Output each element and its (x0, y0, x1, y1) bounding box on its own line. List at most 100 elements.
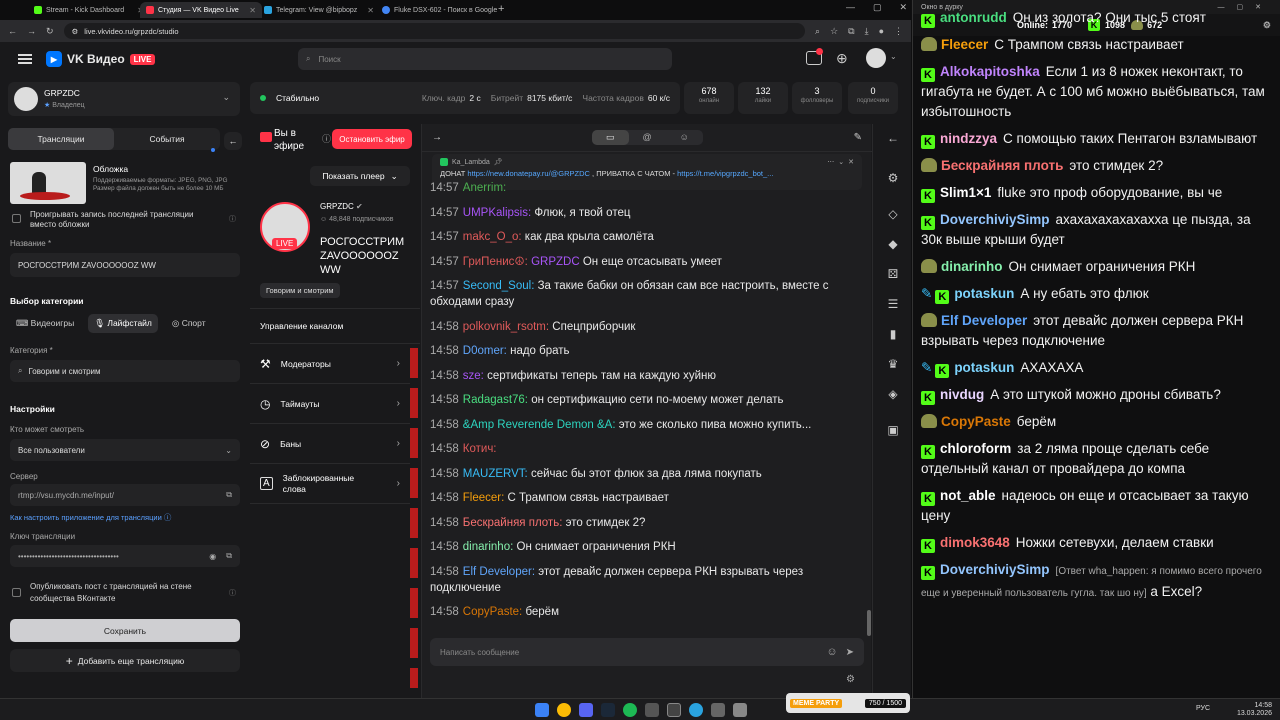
kick-message-user[interactable]: Slim1×1 (940, 185, 991, 200)
kick-message-user[interactable]: nivdug (940, 387, 984, 402)
kick-message-user[interactable]: not_able (940, 488, 996, 503)
language-indicator[interactable]: РУС (1196, 705, 1210, 712)
expand-icon[interactable]: → (432, 132, 442, 143)
kick-message-user[interactable]: nindzzya (940, 131, 997, 146)
send-icon[interactable]: ➤ (846, 647, 854, 658)
message-user[interactable]: Anerrim: (463, 182, 506, 194)
trophy-icon[interactable]: ♛ (885, 356, 901, 372)
clock[interactable]: 14:58 13.03.2026 (1237, 702, 1272, 718)
moderators-item[interactable]: ⚒ Модераторы › (250, 344, 410, 384)
category-field[interactable]: ⌕ Говорим и смотрим (10, 360, 240, 382)
search-input[interactable]: ⌕ Поиск (298, 48, 672, 70)
mentions-tab-icon[interactable]: @ (629, 130, 666, 145)
settings-icon[interactable]: ⚙ (885, 170, 901, 186)
reload-icon[interactable]: ↻ (46, 26, 54, 37)
kick-message-user[interactable]: antonrudd (940, 10, 1007, 25)
more-icon[interactable]: ⋯ (827, 158, 834, 166)
extensions-icon[interactable]: ⧉ (848, 26, 854, 37)
info-icon[interactable]: ⓘ (229, 214, 236, 224)
message-mention[interactable]: GRPZDC (531, 256, 580, 268)
close-icon[interactable]: ✕ (367, 6, 374, 15)
spotify-icon[interactable] (623, 703, 637, 717)
tab-streams[interactable]: Трансляции (8, 128, 114, 150)
close-icon[interactable]: ✕ (848, 158, 854, 166)
message-user[interactable]: dinarinho: (463, 541, 514, 553)
chrome-icon[interactable] (557, 703, 571, 717)
back-icon[interactable]: ← (885, 130, 901, 146)
message-user[interactable]: Elf Developer: (463, 566, 535, 578)
emoji-icon[interactable]: ☺ (826, 646, 837, 658)
tab-google[interactable]: Fluke DSX-602 - Поиск в Google✕ (376, 2, 498, 18)
kick-message-user[interactable]: Бескрайняя плоть (941, 158, 1063, 173)
message-user[interactable]: sze: (463, 370, 484, 382)
cover-thumbnail[interactable] (10, 162, 86, 204)
message-user[interactable]: polkovnik_rsotm: (463, 321, 549, 333)
gamepad-icon[interactable]: ◈ (885, 386, 901, 402)
copy-icon[interactable]: ⧉ (226, 551, 232, 561)
collapse-icon[interactable]: ⌄ (838, 158, 844, 166)
avatar[interactable] (866, 48, 886, 68)
profile-icon[interactable]: ● (879, 26, 884, 36)
list-icon[interactable]: ☰ (885, 296, 901, 312)
meme-party-widget[interactable]: MEME PARTY 750 / 1500 (786, 693, 910, 713)
telegram-icon[interactable] (689, 703, 703, 717)
name-field[interactable]: РОСГОССТРИМ ZAVOOOOOOZ WW (10, 253, 240, 277)
forward-icon[interactable]: → (27, 26, 36, 36)
new-tab-button[interactable]: + (498, 3, 504, 15)
kick-message-user[interactable]: potaskun (954, 360, 1014, 375)
tab-telegram[interactable]: Telegram: View @bipbopz ✕ (258, 2, 380, 18)
steam-icon[interactable] (601, 703, 615, 717)
tab-kick-dashboard[interactable]: Stream - Kick Dashboard✕ (28, 2, 150, 18)
menu-icon[interactable]: ⋮ (894, 26, 903, 37)
stream-key-field[interactable]: •••••••••••••••••••••••••••••••••••• ◉ ⧉ (10, 545, 240, 567)
stats-icon[interactable]: ▮ (885, 326, 901, 342)
users-tab-icon[interactable]: ☺ (666, 130, 703, 145)
publish-checkbox[interactable] (12, 588, 21, 597)
message-user[interactable]: Radagast76: (463, 394, 528, 406)
message-user[interactable]: ГриПенис☮: (463, 256, 528, 268)
app-icon[interactable] (645, 703, 659, 717)
kick-message-user[interactable]: potaskun (954, 286, 1014, 301)
show-player-button[interactable]: Показать плеер ⌄ (310, 166, 410, 186)
app-icon[interactable] (711, 703, 725, 717)
chat-input[interactable]: Написать сообщение ☺ ➤ (430, 638, 864, 666)
kick-message-user[interactable]: dinarinho (941, 259, 1003, 274)
start-icon[interactable] (535, 703, 549, 717)
info-icon[interactable]: ⓘ (322, 132, 331, 145)
save-button[interactable]: Сохранить (10, 619, 240, 642)
dice-icon[interactable]: ⚄ (885, 266, 901, 282)
tab-vk-studio[interactable]: Студия — VK Видео Live ✕ (140, 2, 262, 18)
obs-icon[interactable] (667, 703, 681, 717)
cat-lifestyle[interactable]: 🎙︎ Лайфстайл (88, 314, 158, 333)
timeouts-item[interactable]: ◷ Таймауты › (250, 384, 410, 424)
menu-burger-icon[interactable] (18, 54, 32, 64)
message-user[interactable]: CopyPaste: (463, 606, 522, 618)
message-user[interactable]: MAUZERVT: (463, 468, 528, 480)
back-icon[interactable]: ← (8, 26, 17, 36)
kick-message-user[interactable]: DoverchiviySimp (940, 212, 1050, 227)
bans-item[interactable]: ⊘ Баны › (250, 424, 410, 464)
app-icon[interactable] (733, 703, 747, 717)
message-user[interactable]: D0omer: (463, 345, 507, 357)
copy-icon[interactable]: ⧉ (226, 490, 232, 500)
message-user[interactable]: Котич: (463, 443, 497, 455)
category-chip[interactable]: Говорим и смотрим (260, 283, 340, 298)
message-user[interactable]: Бескрайняя плоть: (463, 517, 563, 529)
chat-scrollbar[interactable] (867, 610, 871, 636)
kick-message-user[interactable]: Alkokapitoshka (940, 64, 1040, 79)
close-icon[interactable]: ✕ (249, 6, 256, 15)
kick-message-user[interactable]: CopyPaste (941, 414, 1011, 429)
info-icon[interactable]: ⓘ (229, 588, 236, 598)
kick-message-user[interactable]: Elf Developer (941, 313, 1027, 328)
collapse-panel-button[interactable]: ← (224, 132, 242, 150)
message-user[interactable]: makc_O_o: (463, 231, 522, 243)
add-stream-button[interactable]: + Добавить еще трансляцию (10, 649, 240, 672)
bookmark-star-icon[interactable]: ☆ (830, 26, 838, 37)
close-window-icon[interactable]: ✕ (899, 2, 907, 13)
gem-icon[interactable]: ◆ (885, 236, 901, 252)
add-icon[interactable]: ⊕ (836, 50, 848, 67)
message-user[interactable]: Second_Soul: (463, 280, 535, 292)
chat-tab-icon[interactable]: ▭ (592, 130, 629, 145)
message-user[interactable]: UMPKalipsis: (463, 207, 531, 219)
overlay-icon[interactable]: ▣ (885, 422, 901, 438)
